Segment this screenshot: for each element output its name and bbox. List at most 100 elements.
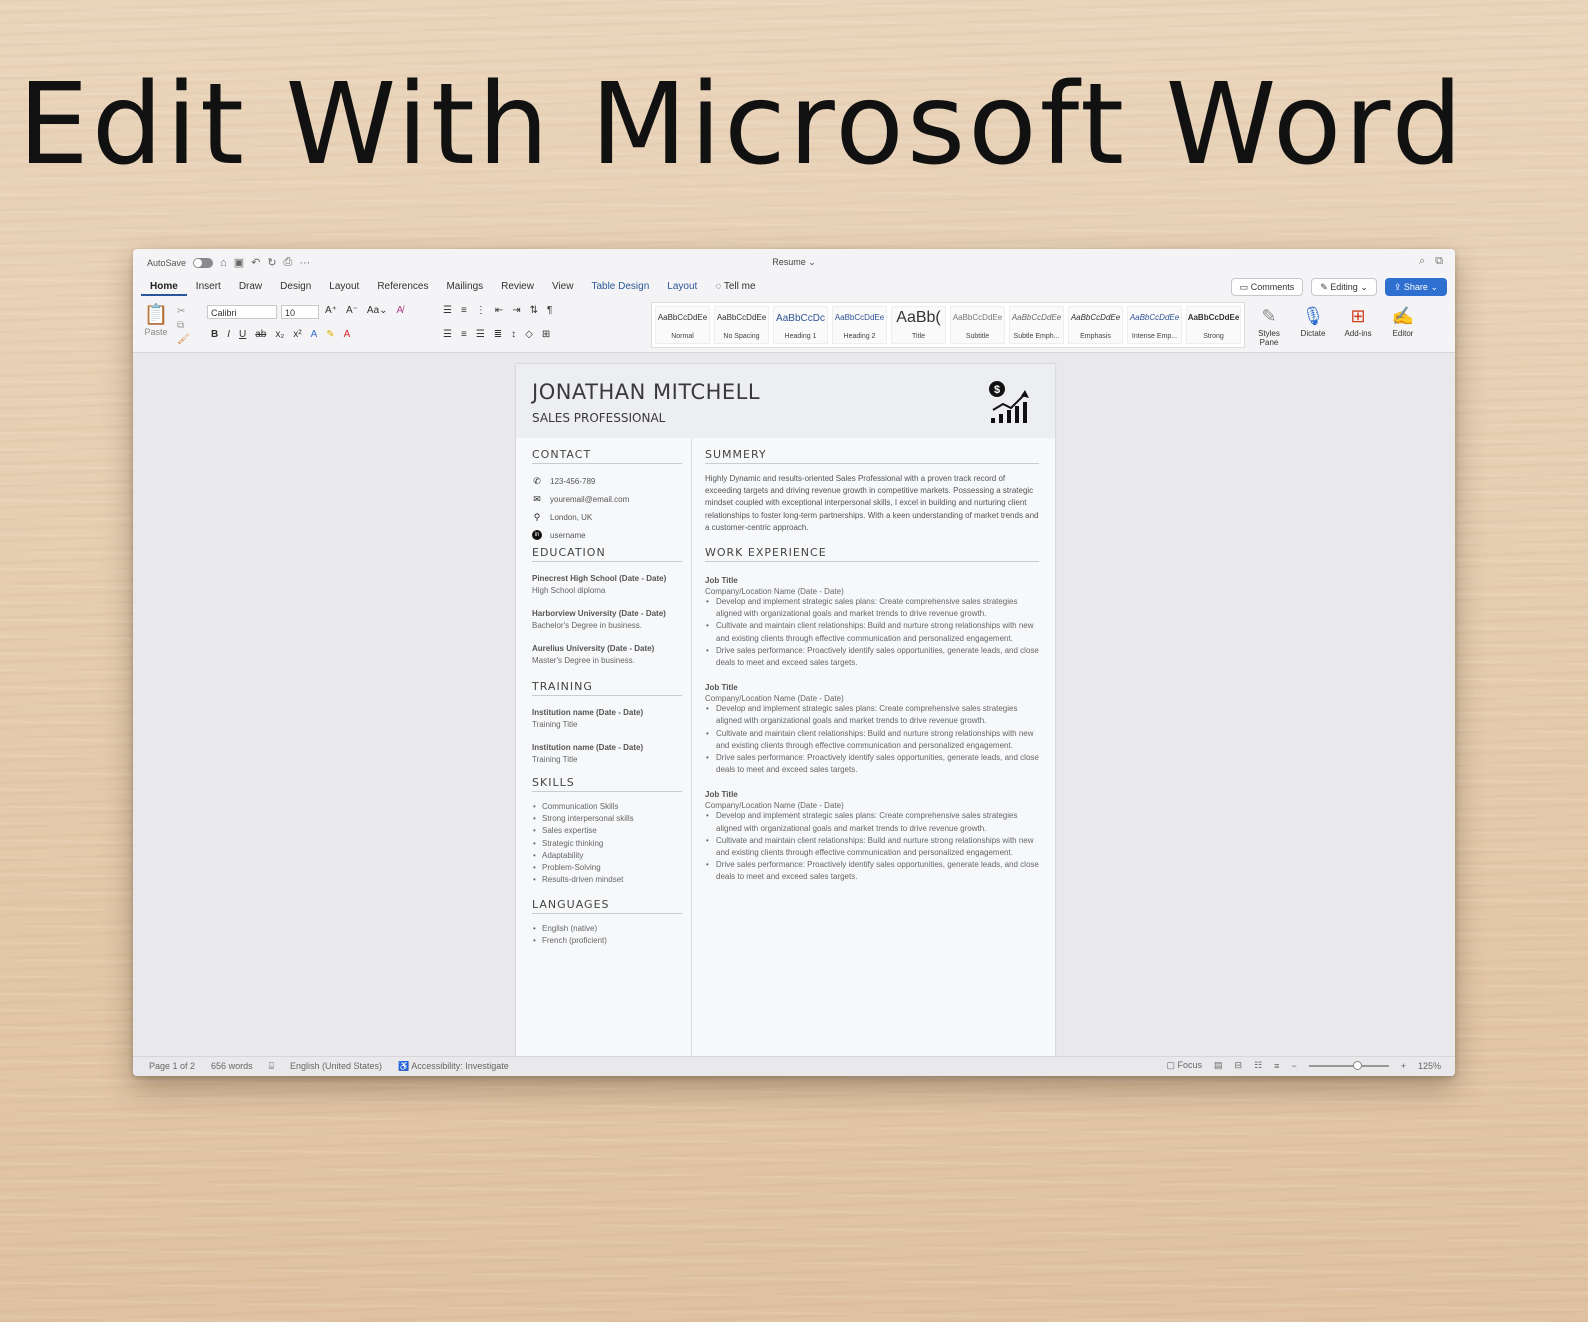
comments-button[interactable]: ▭ Comments <box>1230 278 1304 296</box>
document-page[interactable]: JONATHAN MITCHELL SALES PROFESSIONAL $ C… <box>516 364 1055 1076</box>
paste-button[interactable]: 📋 Paste <box>143 303 169 337</box>
tab-table-layout[interactable]: Layout <box>658 280 706 296</box>
list-item: Problem-Solving <box>532 862 682 874</box>
sort-icon[interactable]: ⇅ <box>530 305 538 316</box>
job-entry: Job Title Company/Location Name (Date - … <box>705 683 1039 776</box>
editing-button[interactable]: ✎ Editing ⌄ <box>1311 278 1377 296</box>
decrease-indent-icon[interactable]: ⇤ <box>495 305 503 316</box>
bullets-icon[interactable]: ☰ <box>443 305 452 316</box>
style-title[interactable]: AaBb( Title <box>891 306 946 344</box>
zoom-level[interactable]: 125% <box>1418 1061 1441 1071</box>
focus-button[interactable]: ▢ Focus <box>1166 1060 1202 1071</box>
underline-icon[interactable]: U <box>239 329 246 340</box>
font-color-icon[interactable]: A <box>344 329 351 340</box>
document-canvas[interactable]: JONATHAN MITCHELL SALES PROFESSIONAL $ C… <box>133 353 1455 1076</box>
highlight-icon[interactable]: ✎ <box>326 329 334 340</box>
text-effects-icon[interactable]: A <box>311 329 318 340</box>
list-item: Strong interpersonal skills <box>532 813 682 825</box>
tab-layout[interactable]: Layout <box>320 280 368 296</box>
style-emphasis[interactable]: AaBbCcDdEe Emphasis <box>1068 306 1123 344</box>
align-center-icon[interactable]: ≡ <box>461 329 467 340</box>
draft-icon[interactable]: ≡ <box>1274 1061 1279 1071</box>
change-case-icon[interactable]: Aa⌄ <box>367 305 388 316</box>
tab-design[interactable]: Design <box>271 280 320 296</box>
superscript-icon[interactable]: x² <box>293 329 301 340</box>
numbering-icon[interactable]: ≡ <box>461 305 467 316</box>
tab-mailings[interactable]: Mailings <box>437 280 492 296</box>
style-name: Normal <box>671 333 694 340</box>
tab-view[interactable]: View <box>543 280 583 296</box>
summary-heading: SUMMERY <box>705 448 1039 464</box>
multilevel-list-icon[interactable]: ⋮ <box>476 305 486 316</box>
tab-draw[interactable]: Draw <box>230 280 271 296</box>
style-sample: AaBb( <box>896 309 941 326</box>
clear-formatting-icon[interactable]: A̸ <box>397 305 404 316</box>
web-layout-icon[interactable]: ⊟ <box>1235 1060 1243 1071</box>
page-count[interactable]: Page 1 of 2 <box>149 1061 195 1072</box>
word-count[interactable]: 656 words <box>211 1061 253 1072</box>
borders-icon[interactable]: ⊞ <box>542 329 550 340</box>
comment-icon: ▭ <box>1239 282 1249 292</box>
outline-icon[interactable]: ☷ <box>1254 1060 1262 1071</box>
print-layout-icon[interactable]: ▤ <box>1214 1060 1223 1071</box>
style-heading-2[interactable]: AaBbCcDdEe Heading 2 <box>832 306 887 344</box>
style-name: Emphasis <box>1080 333 1111 340</box>
share-icon: ⇪ <box>1393 282 1402 292</box>
styles-pane-button[interactable]: ✎ Styles Pane <box>1249 303 1289 347</box>
dictate-button[interactable]: 🎙 Dictate <box>1293 303 1333 338</box>
tab-review[interactable]: Review <box>492 280 543 296</box>
shading-icon[interactable]: ◇ <box>525 329 533 340</box>
shrink-font-icon[interactable]: A⁻ <box>346 305 358 316</box>
edu-degree: High School diploma <box>532 586 606 595</box>
search-icon[interactable]: ⌕ <box>1419 255 1425 268</box>
tab-insert[interactable]: Insert <box>187 280 230 296</box>
style-subtitle[interactable]: AaBbCcDdEe Subtitle <box>950 306 1005 344</box>
language-status[interactable]: English (United States) <box>290 1061 382 1072</box>
share-window-icon[interactable]: ⧉ <box>1435 255 1443 268</box>
accessibility-icon: ♿ <box>398 1061 410 1071</box>
subscript-icon[interactable]: x₂ <box>275 329 284 340</box>
cut-icon[interactable]: ✂ <box>177 305 190 319</box>
font-name-select[interactable]: Calibri <box>207 305 277 319</box>
email-text: youremail@email.com <box>550 494 630 504</box>
grow-font-icon[interactable]: A⁺ <box>325 305 337 316</box>
align-right-icon[interactable]: ☰ <box>476 329 485 340</box>
zoom-slider-thumb[interactable] <box>1352 1060 1362 1070</box>
increase-indent-icon[interactable]: ⇥ <box>512 305 520 316</box>
style-sample: AaBbCcDdEe <box>1187 313 1240 322</box>
document-title[interactable]: Resume ⌄ <box>133 257 1455 268</box>
style-strong[interactable]: AaBbCcDdEe Strong <box>1186 306 1241 344</box>
style-subtle-emphasis[interactable]: AaBbCcDdEe Subtle Emph... <box>1009 306 1064 344</box>
style-intense-emphasis[interactable]: AaBbCcDdEe Intense Emp... <box>1127 306 1182 344</box>
proofing-icon[interactable]: ⌸ <box>269 1061 274 1072</box>
tab-table-design[interactable]: Table Design <box>582 280 658 296</box>
italic-icon[interactable]: I <box>227 329 230 340</box>
style-name: Subtle Emph... <box>1013 333 1060 340</box>
zoom-out-icon[interactable]: − <box>1291 1061 1296 1071</box>
editor-button[interactable]: ✍ Editor <box>1383 303 1423 338</box>
addins-button[interactable]: ⊞ Add-ins <box>1338 303 1378 338</box>
zoom-in-icon[interactable]: + <box>1401 1061 1406 1071</box>
font-size-select[interactable]: 10 <box>281 305 319 319</box>
linkedin-text: username <box>550 530 586 540</box>
strikethrough-icon[interactable]: ab <box>255 329 266 340</box>
style-name: No Spacing <box>723 333 760 340</box>
align-left-icon[interactable]: ☰ <box>443 329 452 340</box>
justify-icon[interactable]: ≣ <box>494 329 502 340</box>
line-spacing-icon[interactable]: ↕ <box>511 329 516 340</box>
tab-home[interactable]: Home <box>141 280 187 296</box>
tell-me[interactable]: ◌ Tell me <box>706 280 764 296</box>
list-item: Communication Skills <box>532 801 682 813</box>
share-button[interactable]: ⇪ Share ⌄ <box>1384 278 1447 296</box>
copy-icon[interactable]: ⧉ <box>177 319 190 333</box>
style-heading-1[interactable]: AaBbCcDc Heading 1 <box>773 306 828 344</box>
zoom-slider[interactable] <box>1308 1060 1389 1070</box>
pilcrow-icon[interactable]: ¶ <box>547 305 552 316</box>
style-normal[interactable]: AaBbCcDdEe Normal <box>655 306 710 344</box>
format-painter-icon[interactable]: 🖌 <box>177 333 190 347</box>
tab-references[interactable]: References <box>368 280 437 296</box>
bold-icon[interactable]: B <box>211 329 218 340</box>
style-name: Title <box>912 333 925 340</box>
accessibility-status[interactable]: ♿ Accessibility: Investigate <box>398 1061 509 1072</box>
style-no-spacing[interactable]: AaBbCcDdEe No Spacing <box>714 306 769 344</box>
